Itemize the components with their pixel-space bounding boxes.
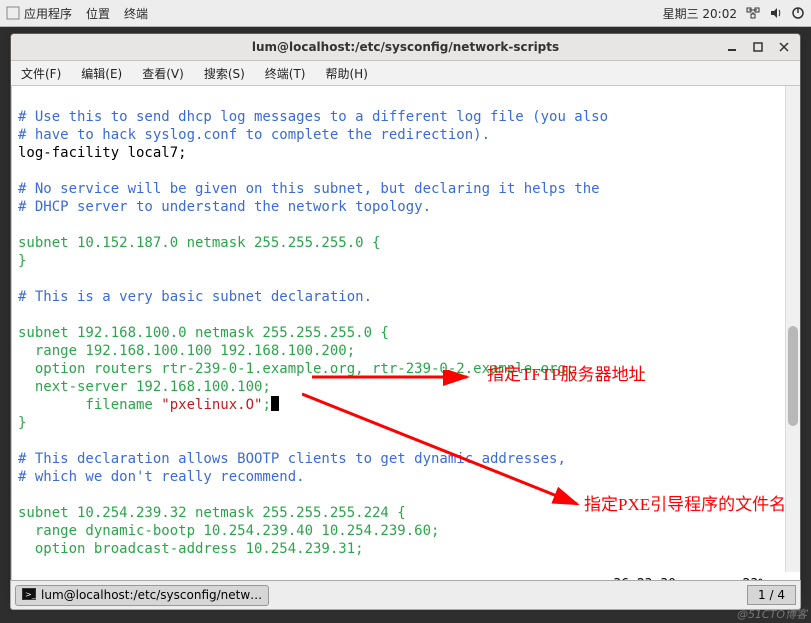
menu-help[interactable]: 帮助(H) bbox=[320, 63, 374, 84]
code-line: range 192.168.100.100 192.168.100.200; bbox=[18, 343, 355, 359]
window-title: lum@localhost:/etc/sysconfig/network-scr… bbox=[252, 40, 559, 54]
terminal-window: lum@localhost:/etc/sysconfig/network-scr… bbox=[10, 33, 801, 595]
code-line: # No service will be given on this subne… bbox=[18, 181, 600, 197]
code-line: option broadcast-address 10.254.239.31; bbox=[18, 541, 364, 557]
code-line: option routers rtr-239-0-1.example.org, … bbox=[18, 361, 574, 377]
maximize-button[interactable] bbox=[746, 36, 770, 58]
annotation-pxe: 指定PXE引导程序的文件名 bbox=[584, 496, 786, 514]
terminal-launcher[interactable]: 终端 bbox=[124, 5, 148, 22]
code-line: next-server 192.168.100.100; bbox=[18, 379, 271, 395]
menu-file[interactable]: 文件(F) bbox=[15, 63, 67, 84]
menu-view[interactable]: 查看(V) bbox=[136, 63, 190, 84]
network-icon[interactable] bbox=[745, 6, 761, 20]
code-line: ; bbox=[262, 397, 270, 413]
apps-icon bbox=[6, 6, 20, 20]
code-line: range dynamic-bootp 10.254.239.40 10.254… bbox=[18, 523, 439, 539]
taskbar-item[interactable]: >_ lum@localhost:/etc/sysconfig/netw… bbox=[15, 585, 269, 606]
code-line: subnet 10.152.187.0 netmask 255.255.255.… bbox=[18, 235, 380, 251]
power-icon[interactable] bbox=[791, 6, 805, 20]
code-line: # Use this to send dhcp log messages to … bbox=[18, 109, 608, 125]
code-line: } bbox=[18, 415, 26, 431]
taskbar-item-label: lum@localhost:/etc/sysconfig/netw… bbox=[41, 588, 262, 602]
code-line: # which we don't really recommend. bbox=[18, 469, 305, 485]
scrollbar-thumb[interactable] bbox=[788, 326, 798, 426]
code-line: # This declaration allows BOOTP clients … bbox=[18, 451, 566, 467]
watermark: @51CTO博客 bbox=[737, 606, 807, 622]
menu-search[interactable]: 搜索(S) bbox=[198, 63, 251, 84]
svg-text:>_: >_ bbox=[25, 590, 36, 599]
clock[interactable]: 星期三 20:02 bbox=[663, 5, 737, 22]
menubar: 文件(F) 编辑(E) 查看(V) 搜索(S) 终端(T) 帮助(H) bbox=[11, 61, 800, 86]
terminal-body[interactable]: # Use this to send dhcp log messages to … bbox=[11, 86, 800, 594]
code-line: # have to hack syslog.conf to complete t… bbox=[18, 127, 490, 143]
code-string: "pxelinux.O" bbox=[161, 397, 262, 413]
code-line: filename bbox=[18, 397, 161, 413]
menu-edit[interactable]: 编辑(E) bbox=[75, 63, 128, 84]
code-line: # This is a very basic subnet declaratio… bbox=[18, 289, 372, 305]
volume-icon[interactable] bbox=[769, 6, 783, 20]
code-line: # DHCP server to understand the network … bbox=[18, 199, 431, 215]
taskbar: >_ lum@localhost:/etc/sysconfig/netw… 1 … bbox=[10, 580, 801, 610]
code-line: log-facility local7; bbox=[18, 145, 187, 161]
workspace-indicator[interactable]: 1 / 4 bbox=[747, 585, 796, 605]
scrollbar[interactable] bbox=[785, 86, 800, 572]
terminal-icon: >_ bbox=[22, 588, 36, 603]
titlebar[interactable]: lum@localhost:/etc/sysconfig/network-scr… bbox=[11, 34, 800, 61]
places-menu[interactable]: 位置 bbox=[86, 5, 110, 22]
top-panel: 应用程序 位置 终端 星期三 20:02 bbox=[0, 0, 811, 27]
menu-terminal[interactable]: 终端(T) bbox=[259, 63, 312, 84]
code-line: subnet 192.168.100.0 netmask 255.255.255… bbox=[18, 325, 389, 341]
close-button[interactable] bbox=[772, 36, 796, 58]
cursor bbox=[271, 396, 279, 411]
minimize-button[interactable] bbox=[720, 36, 744, 58]
code-line: } bbox=[18, 253, 26, 269]
code-line: subnet 10.254.239.32 netmask 255.255.255… bbox=[18, 505, 406, 521]
apps-menu[interactable]: 应用程序 bbox=[24, 5, 72, 22]
